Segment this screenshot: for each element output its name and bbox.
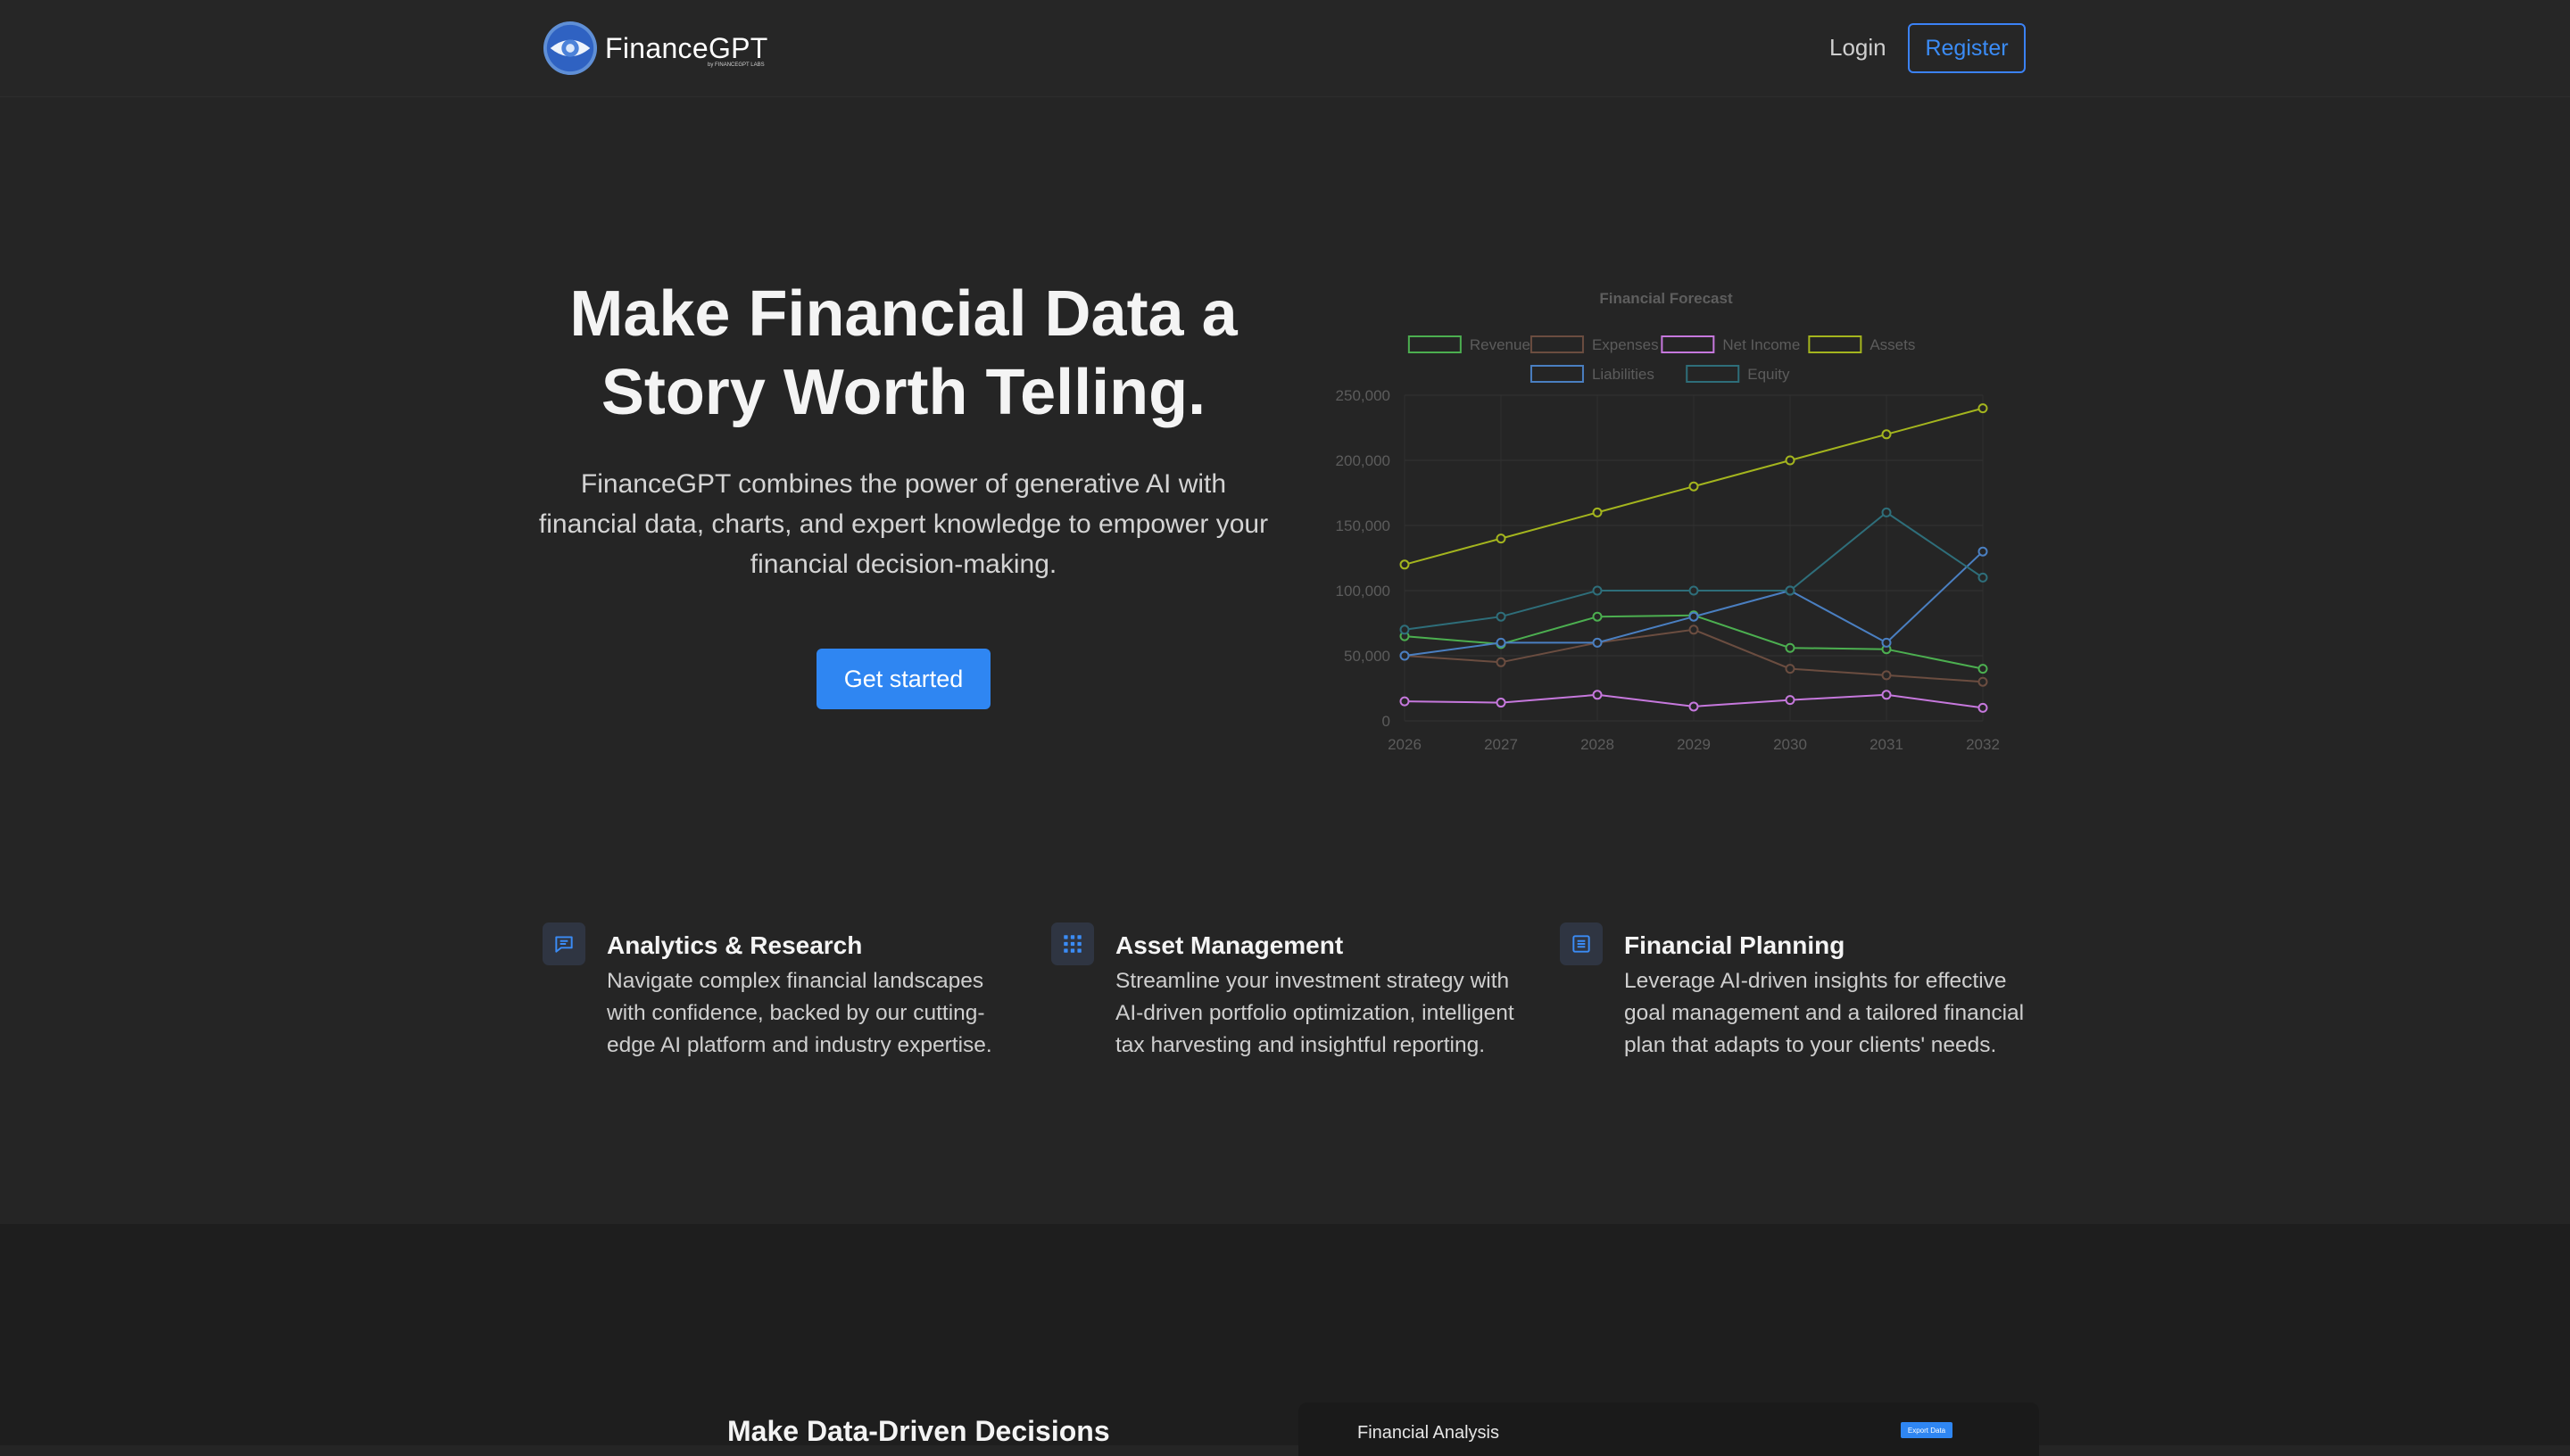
eye-logo-icon [543,21,598,76]
legend-swatch [1808,335,1862,353]
hero-subtitle: FinanceGPT combines the power of generat… [538,469,1269,579]
data-point [1977,546,1988,557]
y-tick-label: 250,000 [1336,387,1390,404]
data-point [1785,585,1795,596]
chat-icon [543,922,585,965]
y-tick-label: 100,000 [1336,583,1390,600]
data-point [1688,701,1699,712]
legend-label: Net Income [1722,336,1800,353]
legend-swatch [1407,335,1462,353]
hero-title: Make Financial Data a Story Worth Tellin… [569,278,1238,428]
feature-financial-planning: Financial Planning Leverage AI-driven in… [1560,919,2024,1097]
legend-label: Assets [1869,336,1915,353]
grid-icon [1051,922,1094,965]
data-point [1977,676,1988,687]
data-point [1785,695,1795,706]
chart-canvas: Financial Forecast Revenue Expenses Net Inc… [1336,290,2000,753]
logo-wordmark: FinanceGPT by FINANCEGPT LABS [605,20,768,77]
data-point [1688,481,1699,492]
legend-label: Equity [1747,366,1790,383]
chart-title: Financial Forecast [1599,290,1733,307]
feature-description: Streamline your investment strategy with… [1115,969,1514,1057]
feature-title: Financial Planning [1624,931,1845,959]
feature-title: Analytics & Research [607,931,863,959]
data-point [1785,455,1795,466]
data-point [1399,625,1410,635]
feature-description: Navigate complex financial landscapes wi… [607,969,992,1057]
data-point [1592,690,1603,700]
x-tick-label: 2026 [1388,736,1422,753]
legend-swatch [1661,335,1715,353]
data-point [1977,702,1988,713]
data-point [1496,534,1506,544]
feature-title: Asset Management [1115,931,1344,959]
data-point [1688,625,1699,635]
data-point [1399,559,1410,570]
data-point [1881,690,1892,700]
y-tick-label: 0 [1382,713,1390,730]
legend-label: Liabilities [1592,366,1654,383]
legend-swatch [1686,365,1740,383]
logo-name: FinanceGPT [605,32,768,64]
legend-label: Revenue [1470,336,1530,353]
data-point [1399,696,1410,707]
data-point [1881,637,1892,648]
data-point [1881,670,1892,681]
y-tick-label: 150,000 [1336,517,1390,534]
x-tick-label: 2027 [1484,736,1518,753]
data-point [1881,429,1892,440]
data-point [1496,698,1506,708]
export-data-button[interactable]: Export Data [1901,1422,1952,1438]
data-point [1977,572,1988,583]
register-button[interactable]: Register [1908,23,2026,73]
data-driven-section: Make Data-Driven Decisions Financial Ana… [0,1224,2570,1456]
x-tick-label: 2032 [1966,736,2000,753]
data-point [1688,585,1699,596]
y-tick-label: 200,000 [1336,452,1390,469]
data-point [1785,664,1795,674]
data-point [1592,507,1603,517]
x-tick-label: 2029 [1677,736,1711,753]
logo-subtext: by FINANCEGPT LABS [708,62,765,68]
data-point [1977,664,1988,674]
legend-swatch [1530,335,1584,353]
financial-forecast-chart: Financial Forecast Revenue Expenses Net Inc… [1312,277,2017,758]
login-link[interactable]: Login [1829,32,1886,62]
get-started-button[interactable]: Get started [817,649,991,709]
data-point [1592,585,1603,596]
data-point [1688,611,1699,622]
data-point [1881,507,1892,517]
data-point [1496,611,1506,622]
feature-asset-management: Asset Management Streamline your investm… [1051,919,1515,1097]
legend-label: Expenses [1592,336,1659,353]
analysis-card-title: Financial Analysis [1357,1423,1499,1443]
x-tick-label: 2031 [1869,736,1903,753]
x-tick-label: 2028 [1580,736,1614,753]
financegpt-logo[interactable]: FinanceGPT by FINANCEGPT LABS [543,20,768,77]
data-point [1399,650,1410,661]
feature-analytics: Analytics & Research Navigate complex fi… [543,919,1007,1097]
data-point [1496,657,1506,667]
legend-swatch [1530,365,1584,383]
feature-description: Leverage AI-driven insights for effectiv… [1624,969,2025,1057]
data-point [1977,403,1988,414]
data-point [1592,637,1603,648]
top-navbar: FinanceGPT by FINANCEGPT LABS Login Regi… [0,0,2570,97]
financial-analysis-card: Financial Analysis Export Data [1298,1402,2039,1456]
y-tick-label: 50,000 [1344,648,1390,665]
data-point [1785,642,1795,653]
x-tick-label: 2030 [1773,736,1807,753]
section-title: Make Data-Driven Decisions [727,1415,1110,1447]
document-icon [1560,922,1603,965]
data-point [1496,637,1506,648]
data-point [1592,611,1603,622]
